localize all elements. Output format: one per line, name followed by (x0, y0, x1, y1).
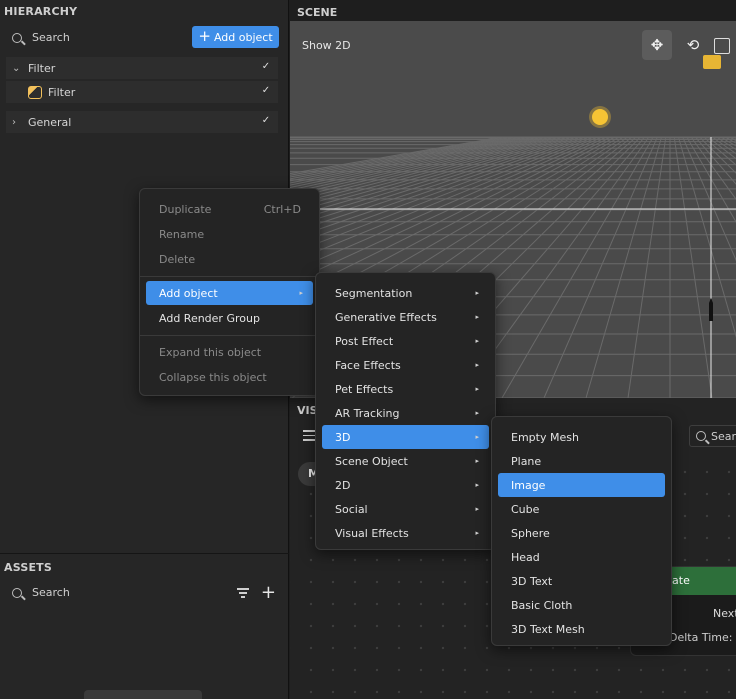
menu-item-empty-mesh[interactable]: Empty Mesh (498, 425, 665, 449)
node-next-port[interactable]: Next (713, 607, 736, 620)
hierarchy-search-placeholder: Search (32, 31, 70, 44)
menu-item-3d-text-mesh[interactable]: 3D Text Mesh (498, 617, 665, 641)
grid-line (711, 136, 736, 155)
3d-submenu: Empty Mesh Plane Image Cube Sphere Head … (491, 416, 672, 646)
tree-item-filter-group[interactable]: ⌄ Filter ✓ (6, 57, 278, 79)
search-icon (12, 587, 22, 598)
menu-separator (140, 335, 319, 336)
menu-item-expand[interactable]: Expand this object (146, 340, 313, 364)
context-menu: Duplicate Ctrl+D Rename Delete Add objec… (139, 188, 320, 396)
menu-item-face-effects[interactable]: Face Effects ▸ (322, 353, 489, 377)
menu-item-rename[interactable]: Rename (146, 222, 313, 246)
menu-item-basic-cloth[interactable]: Basic Cloth (498, 593, 665, 617)
graph-search[interactable]: Searc (689, 425, 736, 447)
assets-toolbar: + (236, 584, 276, 602)
menu-item-3d-text[interactable]: 3D Text (498, 569, 665, 593)
tree-item-general[interactable]: › General ✓ (6, 111, 278, 133)
menu-item-sphere[interactable]: Sphere (498, 521, 665, 545)
grid-line (673, 136, 713, 398)
bottom-tab[interactable] (84, 690, 202, 699)
add-object-button[interactable]: + Add object (192, 26, 279, 48)
visibility-check-icon[interactable]: ✓ (260, 61, 272, 73)
menu-item-pet-effects[interactable]: Pet Effects ▸ (322, 377, 489, 401)
search-icon (696, 431, 706, 441)
chevron-right-icon[interactable]: › (12, 117, 22, 128)
scene-title: SCENE (297, 6, 338, 19)
tree-item-label: Filter (48, 85, 76, 99)
grid-line (501, 136, 654, 398)
add-object-button-label: Add object (213, 30, 273, 44)
grid-line (585, 136, 663, 398)
menu-item-segmentation[interactable]: Segmentation ▸ (322, 281, 489, 305)
submenu-arrow-icon: ▸ (299, 289, 303, 297)
filter-icon (28, 85, 42, 99)
grid-line (677, 136, 736, 338)
grid-line (699, 136, 736, 174)
menu-item-generative-effects[interactable]: Generative Effects ▸ (322, 305, 489, 329)
assets-search-placeholder: Search (32, 586, 70, 599)
menu-separator (140, 276, 319, 277)
grid-line (694, 136, 736, 185)
sort-icon[interactable] (236, 588, 249, 598)
add-object-submenu: Segmentation ▸ Generative Effects ▸ Post E… (315, 272, 496, 550)
menu-item-cube[interactable]: Cube (498, 497, 665, 521)
search-icon (12, 32, 22, 43)
plus-icon: + (198, 27, 211, 45)
node-delta-port[interactable]: Delta Time: N (669, 631, 736, 644)
menu-icon[interactable] (303, 430, 315, 441)
tree-item-label: Filter (28, 61, 56, 75)
grid-line (627, 136, 667, 398)
menu-item-visual-effects[interactable]: Visual Effects ▸ (322, 521, 489, 545)
menu-item-plane[interactable]: Plane (498, 449, 665, 473)
menu-item-add-render-group[interactable]: Add Render Group (146, 306, 313, 330)
hierarchy-search[interactable]: Search (12, 31, 70, 44)
menu-item-scene-object[interactable]: Scene Object ▸ (322, 449, 489, 473)
menu-item-ar-tracking[interactable]: AR Tracking ▸ (322, 401, 489, 425)
graph-search-placeholder: Searc (711, 429, 736, 443)
visibility-check-icon[interactable]: ✓ (260, 85, 272, 97)
grid-line (707, 136, 736, 160)
show-2d-toggle[interactable]: Show 2D (302, 39, 351, 52)
chevron-down-icon[interactable]: ⌄ (12, 63, 22, 74)
menu-item-duplicate[interactable]: Duplicate Ctrl+D (146, 197, 313, 221)
visibility-check-icon[interactable]: ✓ (260, 115, 272, 127)
menu-item-delete[interactable]: Delete (146, 247, 313, 271)
menu-item-post-effect[interactable]: Post Effect ▸ (322, 329, 489, 353)
menu-item-2d[interactable]: 2D ▸ (322, 473, 489, 497)
move-tool-icon[interactable]: ✥ (642, 30, 672, 60)
camera-icon[interactable] (703, 55, 721, 69)
grid-line (724, 136, 736, 144)
assets-search[interactable]: Search (12, 586, 70, 599)
light-icon[interactable] (592, 109, 608, 125)
menu-item-add-object[interactable]: Add object ▸ (146, 281, 313, 305)
menu-item-image[interactable]: Image (498, 473, 665, 497)
grid-line (720, 136, 736, 147)
menu-item-3d[interactable]: 3D ▸ (322, 425, 489, 449)
menu-item-social[interactable]: Social ▸ (322, 497, 489, 521)
menu-item-collapse[interactable]: Collapse this object (146, 365, 313, 389)
menu-item-head[interactable]: Head (498, 545, 665, 569)
scale-tool-icon[interactable] (714, 38, 730, 54)
tree-item-filter[interactable]: Filter ✓ (6, 81, 278, 103)
assets-title: ASSETS (4, 561, 53, 574)
panel-divider (0, 553, 289, 554)
hierarchy-title: HIERARCHY (4, 5, 78, 18)
tree-item-label: General (28, 115, 72, 129)
add-asset-icon[interactable]: + (261, 584, 276, 602)
